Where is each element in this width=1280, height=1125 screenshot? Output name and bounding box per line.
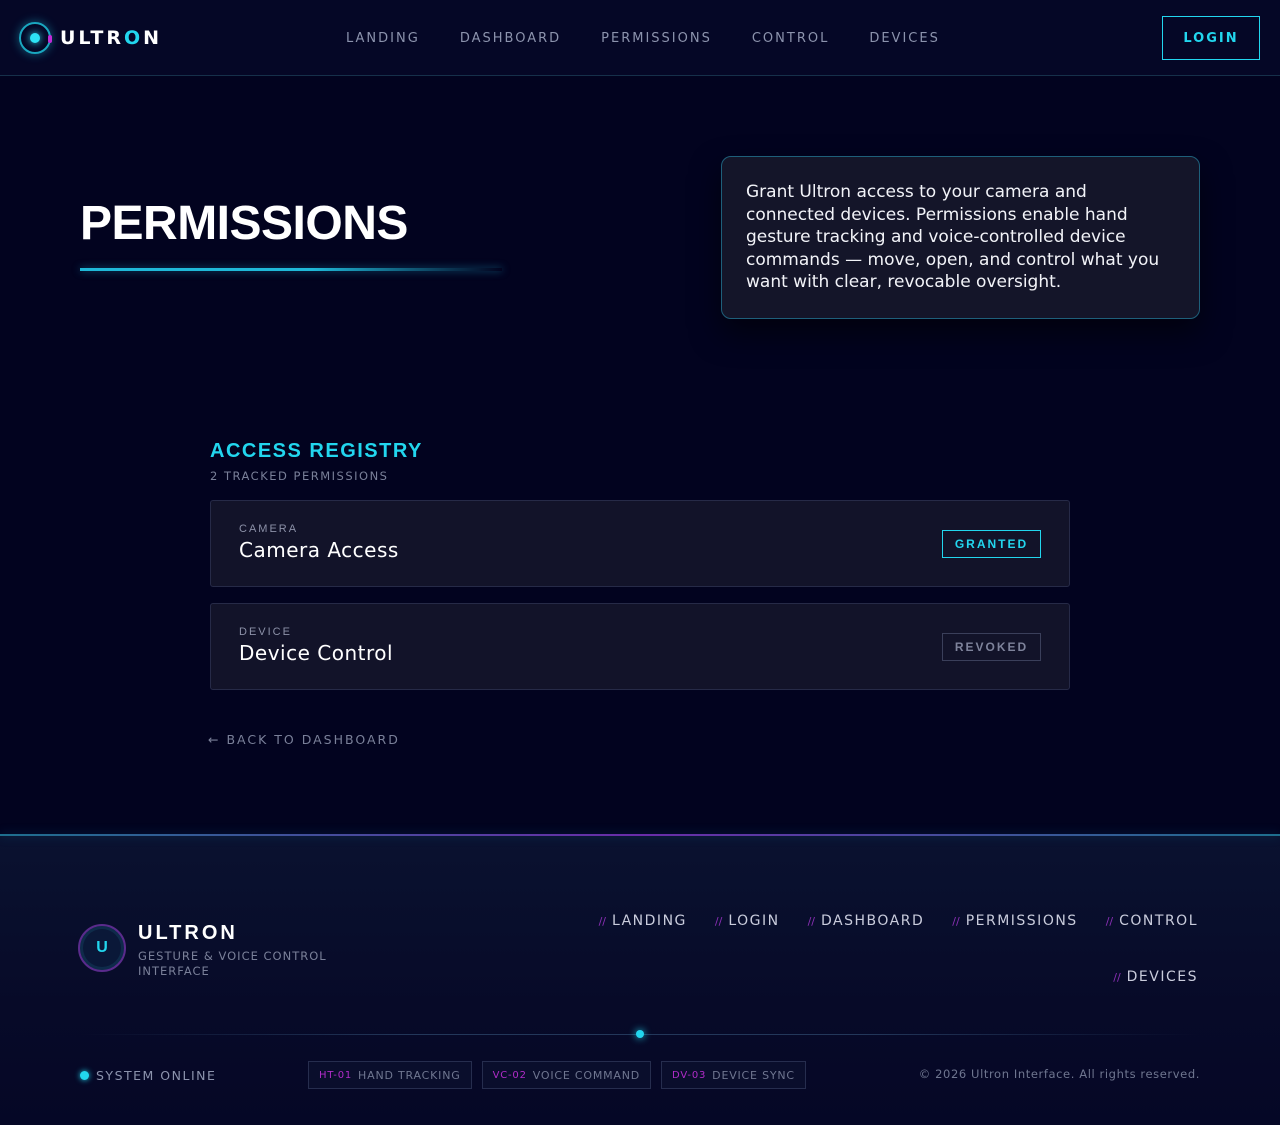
- footer-link-dashboard[interactable]: //DASHBOARD: [808, 913, 925, 929]
- module-badges: HT-01 HAND TRACKING VC-02 VOICE COMMAND DV…: [308, 1061, 806, 1089]
- footer-link-login[interactable]: //LOGIN: [715, 913, 780, 929]
- footer-links-overflow: //DEVICES: [1113, 969, 1198, 985]
- module-badge-voice-command: VC-02 VOICE COMMAND: [481, 1061, 652, 1089]
- footer-logo-badge[interactable]: U: [78, 924, 126, 972]
- logo-orb-icon: [19, 22, 52, 54]
- top-header: ULTRON LANDING DASHBOARD PERMISSIONS CON…: [0, 0, 1280, 76]
- permission-status-toggle[interactable]: REVOKED: [942, 633, 1041, 661]
- permission-status-toggle[interactable]: GRANTED: [942, 530, 1041, 558]
- permission-name: Camera Access: [239, 538, 399, 562]
- login-button[interactable]: LOGIN: [1162, 16, 1260, 60]
- divider-dot-icon: [636, 1030, 644, 1038]
- footer-brand-name: ULTRON: [138, 922, 238, 944]
- permission-row-device: DEVICE Device Control REVOKED: [210, 603, 1070, 690]
- module-badge-hand-tracking: HT-01 HAND TRACKING: [308, 1061, 472, 1089]
- nav-control[interactable]: CONTROL: [732, 31, 849, 46]
- nav-dashboard[interactable]: DASHBOARD: [440, 31, 581, 46]
- brand-logo[interactable]: ULTRON: [19, 22, 162, 54]
- registry-count: 2 TRACKED PERMISSIONS: [210, 469, 389, 483]
- site-footer: U ULTRON GESTURE & VOICE CONTROL INTERFA…: [0, 834, 1280, 1125]
- footer-logo-letter: U: [96, 939, 108, 956]
- permission-category: DEVICE: [239, 626, 292, 638]
- intro-text: Grant Ultron access to your camera and c…: [746, 182, 1160, 292]
- system-status: SYSTEM ONLINE: [80, 1068, 216, 1083]
- system-status-text: SYSTEM ONLINE: [96, 1068, 217, 1083]
- brand-name: ULTRON: [60, 27, 163, 49]
- nav-permissions[interactable]: PERMISSIONS: [581, 31, 732, 46]
- footer-tagline: GESTURE & VOICE CONTROL INTERFACE: [138, 949, 327, 978]
- title-underline: [80, 268, 502, 271]
- registry-heading: ACCESS REGISTRY: [210, 440, 423, 462]
- page-title: PERMISSIONS: [80, 197, 408, 250]
- copyright-text: © 2026 Ultron Interface. All rights rese…: [918, 1067, 1200, 1081]
- permission-category: CAMERA: [239, 523, 299, 535]
- footer-link-devices[interactable]: //DEVICES: [1113, 969, 1198, 985]
- footer-link-permissions[interactable]: //PERMISSIONS: [952, 913, 1077, 929]
- nav-landing[interactable]: LANDING: [326, 31, 440, 46]
- footer-links: //LANDING //LOGIN //DASHBOARD //PERMISSI…: [599, 913, 1198, 929]
- footer-link-landing[interactable]: //LANDING: [599, 913, 687, 929]
- main-nav: LANDING DASHBOARD PERMISSIONS CONTROL DE…: [326, 0, 960, 76]
- back-to-dashboard-link[interactable]: ← BACK TO DASHBOARD: [208, 732, 400, 747]
- intro-card: Grant Ultron access to your camera and c…: [721, 156, 1200, 319]
- module-badge-device-sync: DV-03 DEVICE SYNC: [661, 1061, 806, 1089]
- permission-name: Device Control: [239, 641, 394, 665]
- footer-glow-line: [0, 834, 1280, 836]
- nav-devices[interactable]: DEVICES: [849, 31, 960, 46]
- permission-row-camera: CAMERA Camera Access GRANTED: [210, 500, 1070, 587]
- footer-link-control[interactable]: //CONTROL: [1106, 913, 1198, 929]
- status-online-icon: [80, 1071, 89, 1080]
